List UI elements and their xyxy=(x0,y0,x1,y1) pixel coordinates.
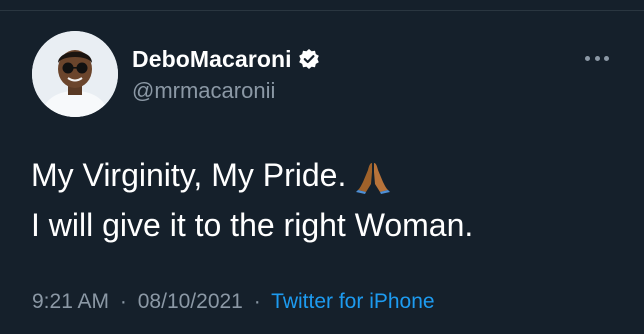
tweet-line-1: My Virginity, My Pride. xyxy=(31,150,473,200)
folded-hands-icon xyxy=(356,158,391,194)
dot-icon xyxy=(594,55,600,61)
tweet-line-2: I will give it to the right Woman. xyxy=(31,200,473,250)
tweet-card[interactable]: DeboMacaroni @mrmacaronii My Virginity, … xyxy=(0,0,644,334)
tweet-time[interactable]: 9:21 AM xyxy=(32,290,109,313)
author-block: DeboMacaroni @mrmacaronii xyxy=(132,44,320,104)
verified-badge-icon xyxy=(298,48,320,70)
tweet-source-link[interactable]: Twitter for iPhone xyxy=(271,290,434,313)
meta-separator: · xyxy=(119,290,127,313)
display-name[interactable]: DeboMacaroni xyxy=(132,46,292,73)
meta-separator: · xyxy=(253,290,261,313)
tweet-meta: 9:21 AM · 08/10/2021 · Twitter for iPhon… xyxy=(32,290,435,314)
avatar[interactable] xyxy=(32,31,118,117)
name-row: DeboMacaroni xyxy=(132,44,320,74)
tweet-line-text: I will give it to the right Woman. xyxy=(31,207,474,243)
user-handle[interactable]: @mrmacaronii xyxy=(132,78,320,104)
tweet-date[interactable]: 08/10/2021 xyxy=(138,290,243,313)
avatar-image xyxy=(32,31,118,117)
dot-icon xyxy=(585,55,590,61)
dot-icon xyxy=(604,55,609,61)
more-options-icon[interactable] xyxy=(580,48,614,68)
tweet-line-text: My Virginity, My Pride. xyxy=(31,157,347,193)
tweet-text: My Virginity, My Pride. I will give it t… xyxy=(31,150,473,250)
